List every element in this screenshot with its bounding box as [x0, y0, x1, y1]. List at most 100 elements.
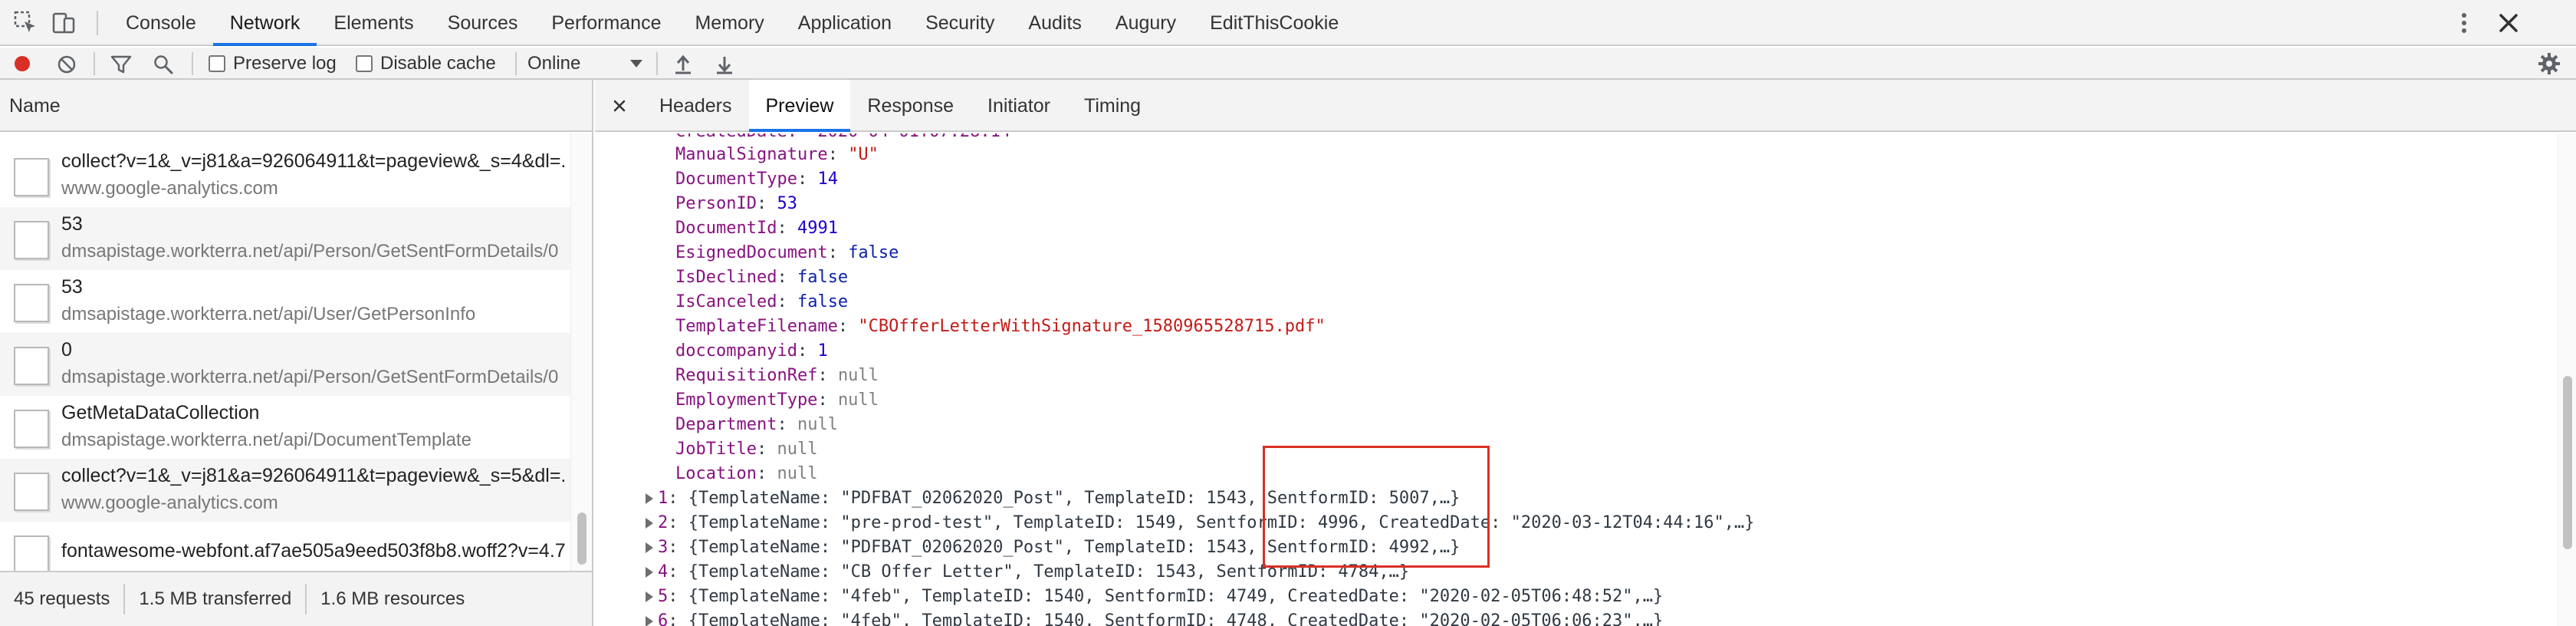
document-icon — [14, 535, 49, 571]
json-key: TemplateFilename — [675, 317, 838, 336]
export-icon[interactable] — [715, 54, 734, 75]
document-icon — [14, 473, 49, 511]
json-colon: : — [777, 415, 797, 434]
json-key: IsDeclined — [675, 268, 777, 287]
json-array-row[interactable]: 5: {TemplateName: "4feb", TemplateID: 15… — [646, 585, 1663, 609]
json-field-line: PersonID: 53 — [675, 192, 797, 216]
settings-gear-icon[interactable] — [2538, 52, 2561, 75]
tab-augury[interactable]: Augury — [1099, 0, 1193, 46]
json-colon: : — [777, 219, 797, 238]
throttle-select[interactable]: Online — [527, 48, 642, 80]
expand-triangle-icon[interactable] — [646, 591, 653, 602]
scrollbar-thumb[interactable] — [577, 512, 586, 565]
detail-tabs: Headers Preview Response Initiator Timin… — [642, 80, 1158, 132]
preview-scrollbar[interactable] — [2558, 133, 2576, 626]
tab-security[interactable]: Security — [909, 0, 1011, 46]
document-icon — [14, 410, 49, 448]
tab-performance[interactable]: Performance — [534, 0, 678, 46]
close-icon[interactable] — [2493, 8, 2524, 38]
inspect-icon[interactable] — [12, 9, 40, 37]
request-list-scrollbar[interactable] — [570, 133, 592, 571]
tab-headers[interactable]: Headers — [642, 80, 749, 132]
json-key: Location — [675, 464, 757, 483]
device-toggle-icon[interactable] — [51, 9, 78, 37]
json-colon: : — [827, 243, 849, 262]
json-colon: : — [797, 170, 818, 189]
json-array-row[interactable]: 3: {TemplateName: "PDFBAT_02062020_Post"… — [646, 535, 1460, 560]
tab-preview[interactable]: Preview — [748, 80, 851, 132]
request-domain: dmsapistage.workterra.net/api/Person/Get… — [61, 367, 559, 387]
resources-size: 1.6 MB resources — [320, 588, 465, 609]
json-key: doccompanyid — [675, 341, 797, 361]
toolbar-divider — [192, 52, 193, 75]
request-row[interactable]: 53 dmsapistage.workterra.net/api/User/Ge… — [0, 270, 570, 333]
tab-application[interactable]: Application — [781, 0, 909, 46]
expand-triangle-icon[interactable] — [646, 493, 653, 504]
json-key: DocumentId — [675, 219, 777, 238]
disable-cache-toggle[interactable]: Disable cache — [356, 48, 496, 80]
json-array-index: 2 — [658, 513, 669, 532]
json-array-row[interactable]: 4: {TemplateName: "CB Offer Letter", Tem… — [646, 560, 1409, 585]
json-key: ManualSignature — [675, 145, 828, 164]
scrollbar-thumb[interactable] — [2563, 376, 2572, 549]
filter-icon[interactable] — [110, 54, 132, 74]
json-colon: : — [756, 440, 777, 459]
expand-triangle-icon[interactable] — [646, 567, 653, 578]
request-row[interactable]: 53 dmsapistage.workterra.net/api/Person/… — [0, 207, 570, 270]
close-icon[interactable] — [606, 92, 633, 120]
request-name: fontawesome-webfont.af7ae505a9eed503f8b8… — [61, 540, 567, 562]
tab-network[interactable]: Network — [212, 0, 317, 46]
json-value: false — [848, 243, 899, 262]
request-row[interactable]: collect?v=1&_v=j81&a=926064911&t=pagevie… — [0, 459, 570, 522]
tab-response[interactable]: Response — [850, 80, 971, 132]
json-key: RequisitionRef — [675, 366, 818, 385]
preserve-log-checkbox[interactable] — [209, 55, 225, 72]
json-array-row[interactable]: 2: {TemplateName: "pre-prod-test", Templ… — [646, 511, 1754, 535]
search-icon[interactable] — [153, 54, 173, 74]
toolbar-divider — [656, 52, 658, 75]
tab-initiator[interactable]: Initiator — [971, 80, 1067, 132]
json-field-line: EmploymentType: null — [675, 388, 879, 413]
tab-sources[interactable]: Sources — [431, 0, 535, 46]
record-icon[interactable] — [14, 55, 31, 72]
network-toolbar: Preserve log Disable cache Online — [0, 48, 2576, 80]
json-colon: : — [817, 390, 838, 410]
request-row[interactable]: fontawesome-webfont.af7ae505a9eed503f8b8… — [0, 522, 570, 571]
request-domain: dmsapistage.workterra.net/api/DocumentTe… — [61, 430, 472, 450]
request-row[interactable]: collect?v=1&_v=j81&a=926064911&t=pagevie… — [0, 144, 570, 207]
request-row[interactable]: 0 dmsapistage.workterra.net/api/Person/G… — [0, 333, 570, 396]
tab-console[interactable]: Console — [109, 0, 213, 46]
request-name: 0 — [61, 339, 72, 361]
preserve-log-toggle[interactable]: Preserve log — [209, 48, 337, 80]
expand-triangle-icon[interactable] — [646, 616, 653, 626]
tab-timing[interactable]: Timing — [1067, 80, 1158, 132]
json-field-line: JobTitle: null — [675, 437, 817, 462]
json-array-index: 4 — [658, 562, 669, 582]
request-domain: www.google-analytics.com — [61, 493, 278, 513]
import-icon[interactable] — [673, 54, 693, 75]
json-field-line: doccompanyid: 1 — [675, 339, 828, 364]
request-row[interactable]: GetMetaDataCollection dmsapistage.workte… — [0, 396, 570, 459]
disable-cache-checkbox[interactable] — [356, 55, 373, 72]
json-key: IsCanceled — [675, 292, 777, 311]
tab-elements[interactable]: Elements — [317, 0, 430, 46]
json-field-line: IsCanceled: false — [675, 290, 848, 315]
json-key: EsignedDocument — [675, 243, 828, 262]
expand-triangle-icon[interactable] — [646, 542, 653, 553]
json-array-row[interactable]: 1: {TemplateName: "PDFBAT_02062020_Post"… — [646, 486, 1460, 511]
json-array-summary: : {TemplateName: "CB Offer Letter", Temp… — [668, 562, 1410, 582]
tab-memory[interactable]: Memory — [678, 0, 780, 46]
json-colon: : — [827, 145, 849, 164]
kebab-menu-icon[interactable] — [2450, 9, 2478, 37]
disable-cache-label: Disable cache — [380, 53, 496, 74]
json-field-line: RequisitionRef: null — [675, 364, 879, 388]
expand-triangle-icon[interactable] — [646, 518, 653, 529]
request-detail-panel: Headers Preview Response Initiator Timin… — [595, 80, 2576, 626]
clear-icon[interactable] — [57, 54, 77, 74]
json-array-row[interactable]: 6: {TemplateName: "4feb", TemplateID: 15… — [646, 609, 1663, 626]
request-name: collect?v=1&_v=j81&a=926064911&t=pagevie… — [61, 150, 567, 172]
name-column-header[interactable]: Name — [0, 80, 592, 132]
tab-editthiscookie[interactable]: EditThisCookie — [1193, 0, 1355, 46]
tab-audits[interactable]: Audits — [1011, 0, 1098, 46]
json-colon: : — [797, 341, 818, 361]
